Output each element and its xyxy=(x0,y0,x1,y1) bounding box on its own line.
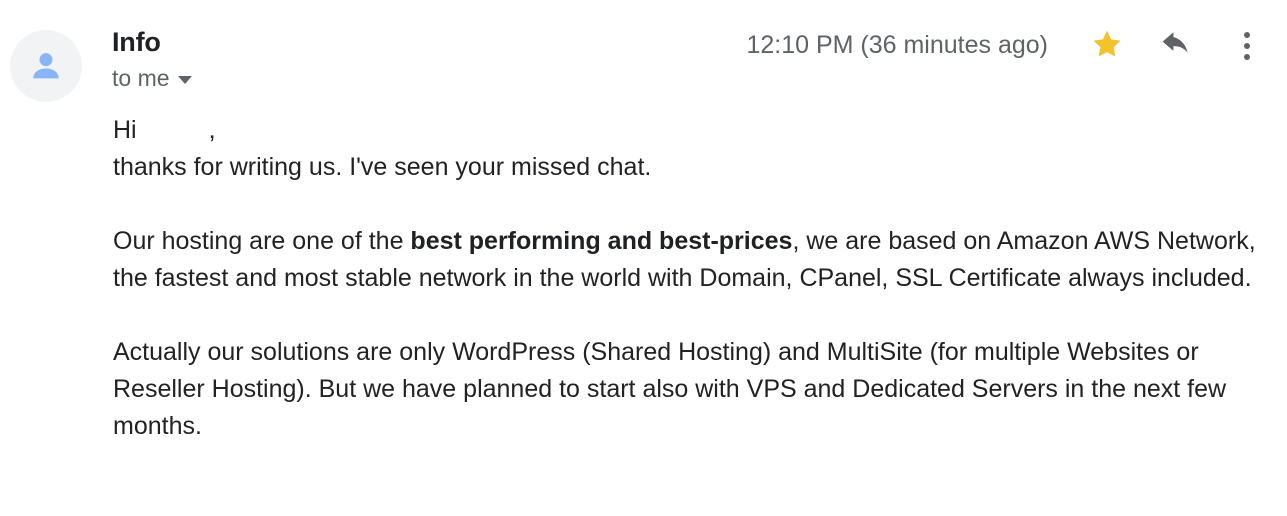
greeting-suffix: , xyxy=(208,116,216,144)
message-actions xyxy=(1087,26,1267,66)
message-timestamp: 12:10 PM (36 minutes ago) xyxy=(746,31,1048,59)
star-button[interactable] xyxy=(1087,26,1127,66)
email-message-view: Info to me 12:10 PM (36 minutes ago) Hi … xyxy=(0,0,1287,516)
reply-arrow-icon xyxy=(1159,26,1195,67)
recipient-details-toggle[interactable]: to me xyxy=(112,64,192,92)
sender-name[interactable]: Info xyxy=(112,26,192,58)
avatar xyxy=(10,30,82,102)
person-avatar-icon xyxy=(26,46,66,86)
message-paragraph-2: Our hosting are one of the best performi… xyxy=(113,223,1263,297)
message-line-2: thanks for writing us. I've seen your mi… xyxy=(113,153,652,181)
message-paragraph-3: Actually our solutions are only WordPres… xyxy=(113,338,1227,440)
paragraph-2-lead: Our hosting are one of the xyxy=(113,227,411,255)
recipient-label: to me xyxy=(112,65,170,91)
greeting-line: Hi, xyxy=(113,112,1263,149)
paragraph-2-emphasis: best performing and best-prices xyxy=(410,227,793,255)
chevron-down-icon xyxy=(177,76,192,84)
reply-button[interactable] xyxy=(1157,26,1197,66)
more-options-button[interactable] xyxy=(1227,26,1267,66)
greeting-prefix: Hi xyxy=(113,116,137,144)
star-icon xyxy=(1090,27,1124,66)
message-body: Hi, thanks for writing us. I've seen you… xyxy=(113,112,1263,445)
email-header: Info to me 12:10 PM (36 minutes ago) xyxy=(0,0,1287,108)
more-vertical-icon xyxy=(1236,32,1258,60)
sender-block: Info to me xyxy=(112,26,192,92)
